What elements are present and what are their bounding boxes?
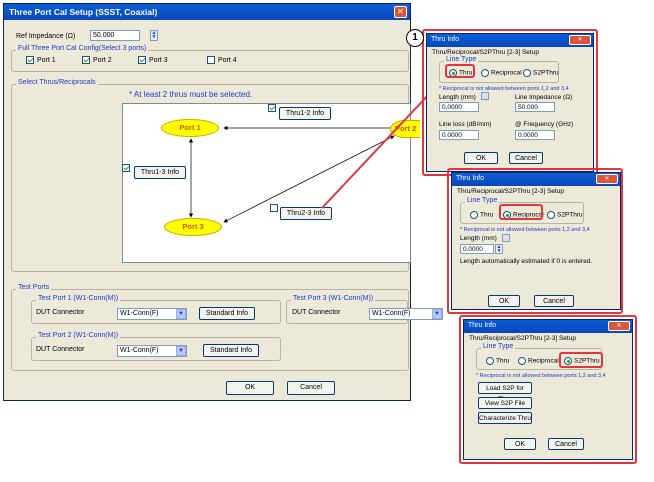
dlg1-loss-label: Line loss (dB/mm) xyxy=(439,121,492,128)
radio-selected-icon xyxy=(449,69,457,77)
dlg3-cancel-button[interactable]: Cancel xyxy=(548,438,584,450)
dlg2-length-label: Length (mm) xyxy=(460,235,497,242)
dlg2-note: * Reciprocal is not allowed between port… xyxy=(460,227,590,233)
radio-selected-icon xyxy=(503,211,511,219)
dlg2-length-input[interactable]: 0.0000 xyxy=(460,244,494,254)
dlg3-title: Thru Info xyxy=(464,320,632,333)
dlg1-freq-label: @ Frequency (GHz) xyxy=(515,121,574,128)
radio-selected-icon xyxy=(564,357,572,365)
dlg1-note: * Reciprocal is not allowed between port… xyxy=(439,86,569,92)
dlg3-ok-button[interactable]: OK xyxy=(504,438,536,450)
thru-info-dialog-thru: Thru Info Thru/Reciprocal/S2PThru [2-3] … xyxy=(426,33,594,172)
dlg1-length-label: Length (mm) xyxy=(439,94,476,101)
characterize-thru-button[interactable]: Characterize Thru xyxy=(478,412,532,424)
radio-icon xyxy=(481,69,489,77)
dlg2-calc-icon[interactable] xyxy=(502,234,510,242)
callout-number: 1 xyxy=(412,32,418,43)
load-s2p-button[interactable]: Load S2P for Thru xyxy=(478,382,532,403)
dlg1-freq-input[interactable]: 0.0000 xyxy=(515,130,555,140)
dlg2-radio-s2pthru[interactable]: S2PThru xyxy=(547,211,583,219)
dlg2-length-spin[interactable]: ▲ ▼ xyxy=(495,244,503,254)
dlg2-linetype-label: Line Type xyxy=(465,197,500,204)
radio-icon xyxy=(518,357,526,365)
radio-icon xyxy=(547,211,555,219)
dlg1-imp-input[interactable]: 50.000 xyxy=(515,102,555,112)
view-s2p-button[interactable]: View S2P File xyxy=(478,397,532,409)
dlg2-radio-reciprocal[interactable]: Reciprocal xyxy=(503,211,544,219)
dlg1-length-input[interactable]: 0.0000 xyxy=(439,102,479,112)
dlg3-close-icon[interactable]: ✕ xyxy=(608,321,630,331)
dlg3-radio-thru[interactable]: Thru xyxy=(486,357,509,365)
dlg3-radio-s2pthru[interactable]: S2PThru xyxy=(564,357,600,365)
dlg2-title: Thru Info xyxy=(452,173,620,186)
dlg2-auto-note: Length automatically estimated if 0 is e… xyxy=(460,258,593,265)
dlg1-imp-label: Line Impedance (Ω) xyxy=(515,94,573,101)
dlg1-radio-thru[interactable]: Thru xyxy=(449,69,472,77)
dlg1-linetype-label: Line Type xyxy=(444,56,479,63)
radio-icon xyxy=(523,69,531,77)
dlg3-setup-label: Thru/Reciprocal/S2PThru [2-3] Setup xyxy=(469,335,576,342)
dlg1-ok-button[interactable]: OK xyxy=(464,152,498,164)
dlg1-calc-icon[interactable] xyxy=(481,92,489,100)
dlg1-loss-input[interactable]: 0.0000 xyxy=(439,130,479,140)
dlg2-radio-thru[interactable]: Thru xyxy=(470,211,493,219)
dlg1-setup-label: Thru/Reciprocal/S2PThru [2-3] Setup xyxy=(432,49,539,56)
dlg3-linetype-label: Line Type xyxy=(481,343,516,350)
dlg2-setup-label: Thru/Reciprocal/S2PThru [2-3] Setup xyxy=(457,188,564,195)
thru-info-dialog-s2pthru: Thru Info Thru/Reciprocal/S2PThru [2-3] … xyxy=(463,319,633,460)
dlg3-radio-reciprocal[interactable]: Reciprocal xyxy=(518,357,559,365)
dlg2-close-icon[interactable]: ✕ xyxy=(596,174,618,184)
dlg1-radio-reciprocal[interactable]: Reciprocal xyxy=(481,69,522,77)
dlg2-cancel-button[interactable]: Cancel xyxy=(534,295,574,307)
radio-icon xyxy=(486,357,494,365)
dlg3-note: * Reciprocal is not allowed between port… xyxy=(476,373,606,379)
dlg2-ok-button[interactable]: OK xyxy=(488,295,520,307)
thru-info-dialog-reciprocal: Thru Info Thru/Reciprocal/S2PThru [2-3] … xyxy=(451,172,621,310)
radio-icon xyxy=(470,211,478,219)
dlg1-close-icon[interactable]: ✕ xyxy=(569,35,591,45)
callout-badge: 1 xyxy=(406,29,424,47)
dlg1-cancel-button[interactable]: Cancel xyxy=(509,152,543,164)
dlg1-radio-s2pthru[interactable]: S2PThru xyxy=(523,69,559,77)
